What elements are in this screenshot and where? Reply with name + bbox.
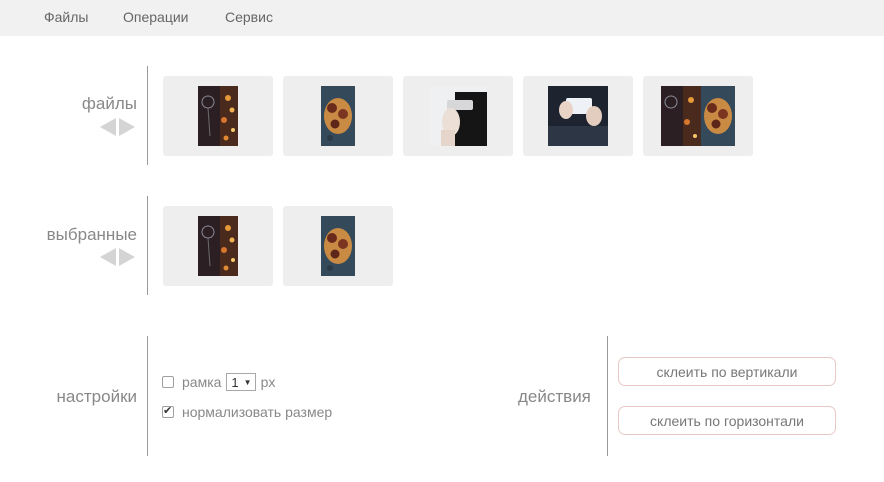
files-nav xyxy=(100,118,135,136)
settings-label: настройки xyxy=(56,387,137,406)
menu-item-files[interactable]: Файлы xyxy=(44,9,88,25)
merge-vertical-button[interactable]: склеить по вертикали xyxy=(618,357,836,386)
selected-divider xyxy=(147,196,148,295)
frame-checkbox[interactable] xyxy=(162,376,174,388)
selected-thumbnail-1[interactable] xyxy=(163,206,273,286)
frame-width-select[interactable]: 1 ▼ xyxy=(226,373,256,391)
normalize-option: нормализовать размер xyxy=(162,404,332,420)
files-label: файлы xyxy=(81,94,137,113)
file-thumbnail-3[interactable] xyxy=(403,76,513,156)
normalize-checkbox[interactable] xyxy=(162,404,174,418)
files-prev-arrow-icon[interactable] xyxy=(100,118,116,136)
file-thumbnail-1[interactable] xyxy=(163,76,273,156)
files-divider xyxy=(147,66,148,165)
file-thumbnail-5[interactable] xyxy=(643,76,753,156)
select-caret-icon: ▼ xyxy=(243,377,252,387)
actions-label: действия xyxy=(518,387,591,406)
chestnuts-image xyxy=(321,86,355,146)
selected-prev-arrow-icon[interactable] xyxy=(100,248,116,266)
menu-item-operations[interactable]: Операции xyxy=(123,9,189,25)
chestnuts-image xyxy=(321,216,355,276)
file-thumbnail-4[interactable] xyxy=(523,76,633,156)
actions-divider xyxy=(607,336,608,456)
hand-camera-image xyxy=(429,86,487,146)
files-next-arrow-icon[interactable] xyxy=(119,118,135,136)
settings-divider xyxy=(147,336,148,456)
merge-horizontal-button[interactable]: склеить по горизонтали xyxy=(618,406,836,435)
selected-label: выбранные xyxy=(46,225,137,244)
bokeh-lights-image xyxy=(198,216,238,276)
frame-label: рамка xyxy=(182,374,222,390)
bokeh-lights-image xyxy=(198,86,238,146)
normalize-label: нормализовать размер xyxy=(182,404,333,420)
selected-next-arrow-icon[interactable] xyxy=(119,248,135,266)
selected-thumbnail-2[interactable] xyxy=(283,206,393,286)
menu-item-service[interactable]: Сервис xyxy=(225,9,273,25)
frame-option: рамка 1 ▼ px xyxy=(162,373,275,391)
selected-nav xyxy=(100,248,135,266)
frame-unit-label: px xyxy=(260,374,276,390)
file-thumbnail-2[interactable] xyxy=(283,76,393,156)
menu-bar: Файлы Операции Сервис xyxy=(0,0,884,36)
hand-phone-image xyxy=(548,86,608,146)
lights-and-chestnuts-image xyxy=(661,86,735,146)
frame-width-value: 1 xyxy=(231,374,239,390)
